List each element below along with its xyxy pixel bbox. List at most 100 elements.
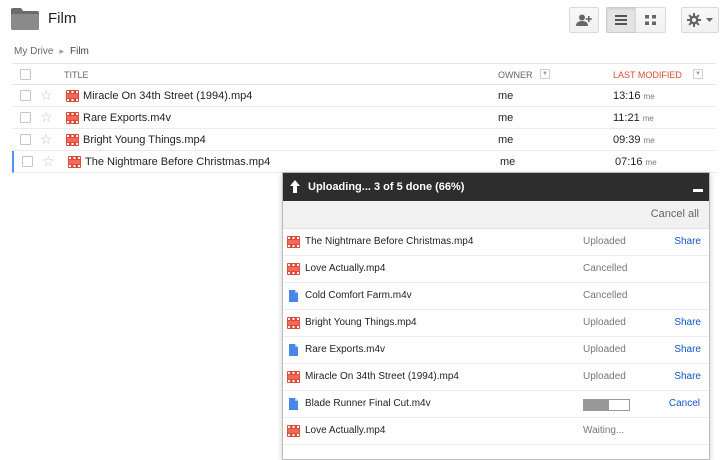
file-modified: 07:16 me (615, 156, 657, 168)
owner-dropdown-icon[interactable]: ▼ (540, 69, 550, 79)
cancel-all-button[interactable]: Cancel all (651, 208, 699, 220)
row-checkbox[interactable] (20, 134, 31, 145)
modified-by: me (645, 158, 657, 167)
file-modified: 09:39 me (613, 134, 655, 146)
upload-file-name: Bright Young Things.mp4 (305, 317, 417, 328)
modified-time: 09:39 (613, 134, 641, 146)
table-row[interactable]: ☆ Miracle On 34th Street (1994).mp4 me 1… (12, 85, 716, 107)
upload-status-title: Uploading... 3 of 5 done (66%) (308, 181, 465, 193)
file-modified: 13:16 me (613, 90, 655, 102)
upload-item: Bright Young Things.mp4 Uploaded Share (283, 310, 709, 337)
share-link[interactable]: Share (674, 317, 701, 328)
table-row[interactable]: ☆ The Nightmare Before Christmas.mp4 me … (12, 151, 716, 173)
upload-item: The Nightmare Before Christmas.mp4 Uploa… (283, 229, 709, 256)
video-file-icon (66, 134, 79, 146)
breadcrumb-current: Film (69, 46, 89, 57)
upload-item: Miracle On 34th Street (1994).mp4 Upload… (283, 364, 709, 391)
video-file-icon (287, 317, 300, 329)
file-table: TITLE OWNER ▼ LAST MODIFIED ▼ ☆ Miracle … (12, 63, 716, 173)
grid-view-icon (645, 15, 656, 25)
file-name[interactable]: Bright Young Things.mp4 (83, 134, 206, 146)
gear-icon (687, 13, 701, 27)
file-owner: me (498, 90, 514, 102)
modified-by: me (643, 136, 655, 145)
video-file-icon (287, 236, 300, 248)
video-file-icon (66, 112, 79, 124)
upload-status: Uploaded (583, 371, 626, 382)
upload-file-name: The Nightmare Before Christmas.mp4 (305, 236, 474, 247)
star-icon[interactable]: ☆ (42, 153, 55, 169)
star-icon[interactable]: ☆ (40, 131, 53, 147)
row-checkbox[interactable] (22, 156, 33, 167)
chevron-right-icon: ▸ (59, 46, 64, 56)
list-view-button[interactable] (606, 7, 636, 33)
share-link[interactable]: Share (674, 236, 701, 247)
table-row[interactable]: ☆ Bright Young Things.mp4 me 09:39 me (12, 129, 716, 151)
star-icon[interactable]: ☆ (40, 87, 53, 103)
modified-time: 07:16 (615, 156, 643, 168)
list-view-icon (615, 15, 627, 25)
upload-file-name: Cold Comfort Farm.m4v (305, 290, 412, 301)
modified-by: me (642, 114, 654, 123)
chevron-down-icon (706, 17, 713, 22)
upload-item: Blade Runner Final Cut.m4v Cancel (283, 391, 709, 418)
column-title[interactable]: TITLE (64, 70, 89, 80)
column-owner[interactable]: OWNER (498, 70, 533, 80)
video-file-icon (287, 371, 300, 383)
page-title: Film (48, 10, 77, 27)
minimize-icon[interactable] (693, 189, 703, 192)
select-all-checkbox[interactable] (20, 69, 31, 80)
breadcrumb-root[interactable]: My Drive (14, 46, 53, 57)
document-file-icon (287, 344, 300, 356)
upload-toolbar: Cancel all (283, 201, 709, 229)
star-icon[interactable]: ☆ (40, 109, 53, 125)
upload-arrow-icon (290, 180, 300, 193)
modified-time: 11:21 (613, 112, 640, 124)
breadcrumb: My Drive ▸ Film (14, 46, 89, 57)
settings-button[interactable] (681, 7, 719, 33)
video-file-icon (66, 90, 79, 102)
file-owner: me (498, 112, 514, 124)
modified-by: me (643, 92, 655, 101)
video-file-icon (68, 156, 81, 168)
header: Film (0, 0, 728, 40)
document-file-icon (287, 290, 300, 302)
upload-item: Love Actually.mp4 Cancelled (283, 256, 709, 283)
share-button[interactable] (569, 7, 599, 33)
file-owner: me (498, 134, 514, 146)
share-link[interactable]: Share (674, 371, 701, 382)
upload-item: Cold Comfort Farm.m4v Cancelled (283, 283, 709, 310)
video-file-icon (287, 425, 300, 437)
cancel-upload-link[interactable]: Cancel (669, 398, 700, 409)
upload-status: Waiting... (583, 425, 625, 436)
upload-file-name: Blade Runner Final Cut.m4v (305, 398, 431, 409)
file-owner: me (500, 156, 516, 168)
column-last-modified[interactable]: LAST MODIFIED (613, 70, 682, 80)
upload-panel: Uploading... 3 of 5 done (66%) Cancel al… (282, 172, 710, 460)
upload-status: Uploaded (583, 236, 626, 247)
upload-status: Uploaded (583, 317, 626, 328)
share-link[interactable]: Share (674, 344, 701, 355)
upload-panel-header[interactable]: Uploading... 3 of 5 done (66%) (283, 173, 709, 201)
modified-time: 13:16 (613, 90, 641, 102)
file-modified: 11:21 me (613, 112, 654, 124)
row-checkbox[interactable] (20, 112, 31, 123)
upload-item: Rare Exports.m4v Uploaded Share (283, 337, 709, 364)
grid-view-button[interactable] (635, 7, 666, 33)
file-name[interactable]: The Nightmare Before Christmas.mp4 (85, 156, 270, 168)
file-name[interactable]: Miracle On 34th Street (1994).mp4 (83, 90, 252, 102)
document-file-icon (287, 398, 300, 410)
upload-file-name: Love Actually.mp4 (305, 425, 386, 436)
modified-dropdown-icon[interactable]: ▼ (693, 69, 703, 79)
upload-file-name: Love Actually.mp4 (305, 263, 386, 274)
folder-icon (11, 8, 39, 30)
table-row[interactable]: ☆ Rare Exports.m4v me 11:21 me (12, 107, 716, 129)
upload-file-name: Rare Exports.m4v (305, 344, 386, 355)
upload-item: Love Actually.mp4 Waiting... (283, 418, 709, 445)
upload-progress-bar (583, 399, 630, 411)
row-checkbox[interactable] (20, 90, 31, 101)
upload-progress-fill (584, 400, 609, 410)
video-file-icon (287, 263, 300, 275)
upload-file-name: Miracle On 34th Street (1994).mp4 (305, 371, 459, 382)
file-name[interactable]: Rare Exports.m4v (83, 112, 171, 124)
